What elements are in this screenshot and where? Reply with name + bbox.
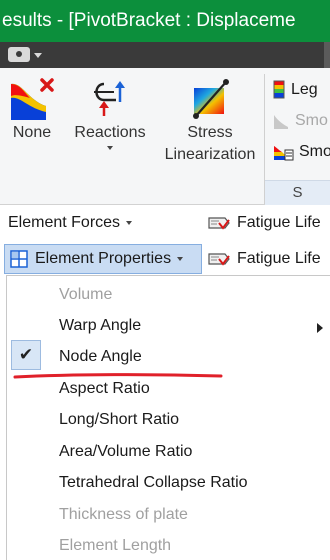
chevron-down-icon[interactable] [34,53,42,58]
stress-linearization-button[interactable]: Stress Linearization [158,76,262,166]
camera-icon[interactable] [8,47,30,62]
none-button-label: None [12,124,52,141]
element-properties-menu: Volume Warp Angle ✔ Node Angle Aspect Ra… [6,275,330,560]
reactions-button-label: Reactions [74,124,146,141]
chevron-right-icon [317,323,323,333]
menu-item-area-volume-ratio[interactable]: Area/Volume Ratio [59,437,192,467]
chevron-down-icon [177,256,184,261]
menu-item-thickness-of-plate[interactable]: Thickness of plate [59,500,188,530]
menu-item-volume[interactable]: Volume [59,280,112,310]
checkmark-icon: ✔ [11,340,41,370]
window-title: esults - [PivotBracket : Displaceme [2,10,296,31]
reactions-icon [94,81,125,116]
menu-item-warp-angle[interactable]: Warp Angle [59,311,141,341]
stress-label-line1: Stress [187,124,233,141]
element-forces-label: Element Forces [8,214,121,231]
menu-item-long-short-ratio[interactable]: Long/Short Ratio [59,405,179,435]
reactions-button[interactable]: Reactions [72,76,148,150]
ribbon-panel: None Reactions Stress Linearization Leg … [0,68,330,205]
smooth-button-1[interactable]: Smo [272,109,328,133]
smooth-label-2: Smo [299,143,330,160]
none-button[interactable]: None [6,76,58,144]
smooth-contour-icon [274,146,294,161]
legend-button[interactable]: Leg [272,78,318,102]
smooth-button-2[interactable]: Smo [272,140,330,164]
fatigue-life-label-1: Fatigue Life [237,214,321,231]
legend-label: Leg [291,81,318,98]
fatigue-life-label-2: Fatigue Life [237,250,321,267]
fatigue-life-button-1[interactable]: Fatigue Life [207,205,321,241]
menu-item-aspect-ratio[interactable]: Aspect Ratio [59,374,150,404]
element-forces-button[interactable]: Element Forces [8,205,133,241]
element-properties-row: Element Properties Fatigue Life [0,241,330,277]
toolbar-end-cap [324,42,330,68]
smooth-icon [274,115,288,129]
stress-linearization-icon [193,79,229,119]
none-result-icon [11,78,54,120]
quick-access-toolbar [0,42,330,68]
menu-item-element-length[interactable]: Element Length [59,531,171,560]
element-properties-label: Element Properties [35,250,172,267]
fatigue-life-icon [208,217,230,230]
element-properties-icon [10,250,28,268]
chevron-down-icon[interactable] [107,146,113,150]
legend-icon [273,80,285,99]
element-properties-button[interactable]: Element Properties [4,244,202,274]
stress-label-line2: Linearization [164,146,256,163]
smooth-label-1: Smo [295,112,328,129]
element-forces-row: Element Forces Fatigue Life [0,205,330,241]
panel-group-label: S [265,180,330,205]
fatigue-life-button-2[interactable]: Fatigue Life [207,241,321,277]
menu-item-node-angle[interactable]: Node Angle [59,342,142,372]
window-title-bar: esults - [PivotBracket : Displaceme [0,0,330,42]
fatigue-life-icon [208,253,230,266]
menu-item-tetrahedral-collapse-ratio[interactable]: Tetrahedral Collapse Ratio [59,468,248,498]
chevron-down-icon [126,220,133,225]
